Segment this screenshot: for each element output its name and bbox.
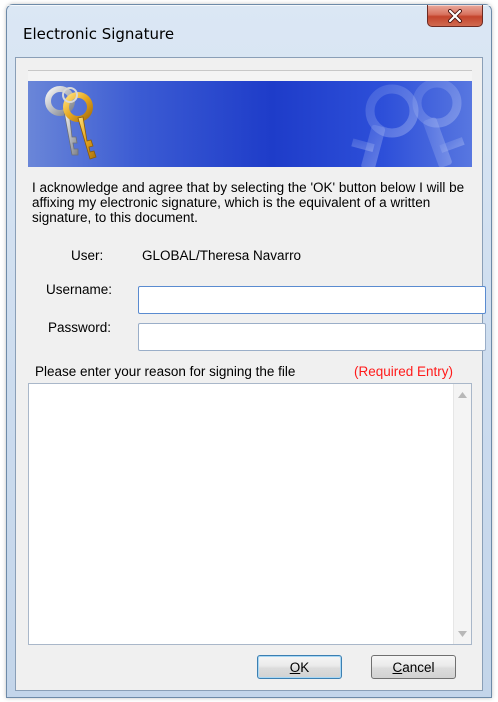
scroll-down-arrow-icon — [458, 630, 467, 637]
electronic-signature-dialog: Electronic Signature I acknowledge and a… — [6, 4, 492, 698]
username-label: Username: — [46, 282, 113, 297]
close-button[interactable] — [427, 5, 483, 27]
banner-watermark-keys-icon — [351, 81, 465, 167]
password-label: Password: — [48, 320, 112, 335]
keys-icon — [45, 86, 97, 160]
username-input[interactable] — [138, 286, 486, 314]
scroll-up-arrow-icon — [458, 391, 467, 398]
dialog-body: I acknowledge and agree that by selectin… — [15, 57, 486, 691]
user-value: GLOBAL/Theresa Navarro — [142, 248, 302, 263]
scroll-up-button[interactable] — [454, 386, 471, 403]
cancel-button[interactable]: Cancel — [371, 655, 456, 679]
cancel-button-label: Cancel — [392, 659, 435, 675]
reason-textarea[interactable] — [28, 383, 472, 645]
acknowledgement-text: I acknowledge and agree that by selectin… — [32, 180, 465, 225]
reason-scrollbar[interactable] — [453, 384, 471, 644]
ok-button[interactable]: OK — [257, 655, 342, 679]
window-title: Electronic Signature — [23, 25, 175, 43]
required-entry-note: (Required Entry) — [354, 364, 454, 379]
ok-button-label: OK — [289, 659, 310, 675]
user-label: User: — [71, 248, 104, 263]
reason-prompt-label: Please enter your reason for signing the… — [35, 364, 296, 379]
close-icon — [448, 8, 462, 23]
header-banner — [28, 81, 472, 167]
scroll-down-button[interactable] — [454, 625, 471, 642]
password-input[interactable] — [138, 323, 486, 351]
title-bar[interactable]: Electronic Signature — [7, 5, 491, 57]
